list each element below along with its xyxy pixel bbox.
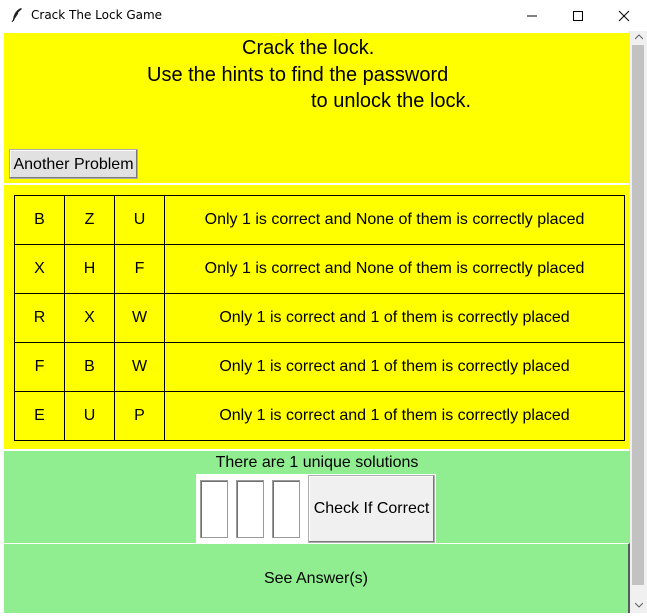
hint-letter: F (14, 342, 65, 392)
hint-letter: U (114, 195, 165, 245)
check-if-correct-button[interactable]: Check If Correct (308, 475, 435, 543)
minimize-button[interactable] (509, 0, 555, 31)
instruction-line-3: to unlock the lock. (311, 90, 472, 112)
hint-text: Only 1 is correct and None of them is co… (164, 244, 625, 294)
another-problem-button[interactable]: Another Problem (9, 149, 138, 179)
hint-letter: B (64, 342, 115, 392)
hint-letter: B (14, 195, 65, 245)
answer-input-group: Check If Correct (196, 474, 436, 544)
hint-row: B Z U Only 1 is correct and None of them… (14, 195, 625, 245)
hint-letter: X (14, 244, 65, 294)
hint-letter: F (114, 244, 165, 294)
answer-input-2[interactable] (236, 480, 264, 538)
hint-letter: W (114, 293, 165, 343)
hints-table: B Z U Only 1 is correct and None of them… (14, 195, 625, 441)
hint-letter: E (14, 391, 65, 441)
hint-text: Only 1 is correct and 1 of them is corre… (164, 342, 625, 392)
minimize-icon (527, 15, 537, 17)
see-answers-button[interactable]: See Answer(s) (4, 543, 630, 613)
scroll-down-icon[interactable] (635, 602, 643, 608)
window-titlebar: Crack The Lock Game (0, 0, 647, 32)
close-icon (618, 10, 630, 22)
hint-row: F B W Only 1 is correct and 1 of them is… (14, 342, 625, 392)
hints-panel: B Z U Only 1 is correct and None of them… (4, 185, 630, 449)
hint-row: X H F Only 1 is correct and None of them… (14, 244, 625, 294)
answer-panel: There are 1 unique solutions Check If Co… (4, 451, 630, 613)
maximize-icon (573, 11, 583, 21)
hint-text: Only 1 is correct and 1 of them is corre… (164, 293, 625, 343)
hint-row: E U P Only 1 is correct and 1 of them is… (14, 391, 625, 441)
scroll-up-icon[interactable] (635, 34, 643, 40)
instruction-line-2: Use the hints to find the password (147, 64, 449, 86)
hint-text: Only 1 is correct and None of them is co… (164, 195, 625, 245)
answer-input-3[interactable] (272, 480, 300, 538)
solutions-count-text: There are 1 unique solutions (215, 454, 419, 471)
window-title: Crack The Lock Game (31, 8, 163, 22)
hint-row: R X W Only 1 is correct and 1 of them is… (14, 293, 625, 343)
hint-text: Only 1 is correct and 1 of them is corre… (164, 391, 625, 441)
scrollbar-thumb[interactable] (632, 45, 644, 585)
hint-letter: Z (64, 195, 115, 245)
hint-letter: U (64, 391, 115, 441)
hint-letter: W (114, 342, 165, 392)
hint-letter: X (64, 293, 115, 343)
hint-letter: R (14, 293, 65, 343)
instructions-panel: Crack the lock. Use the hints to find th… (4, 33, 630, 183)
vertical-scrollbar[interactable] (629, 31, 647, 613)
maximize-button[interactable] (555, 0, 601, 31)
hint-letter: P (114, 391, 165, 441)
hint-letter: H (64, 244, 115, 294)
answer-input-1[interactable] (200, 480, 228, 538)
feather-icon (10, 7, 24, 23)
instruction-line-1: Crack the lock. (242, 37, 375, 59)
close-button[interactable] (601, 0, 647, 31)
